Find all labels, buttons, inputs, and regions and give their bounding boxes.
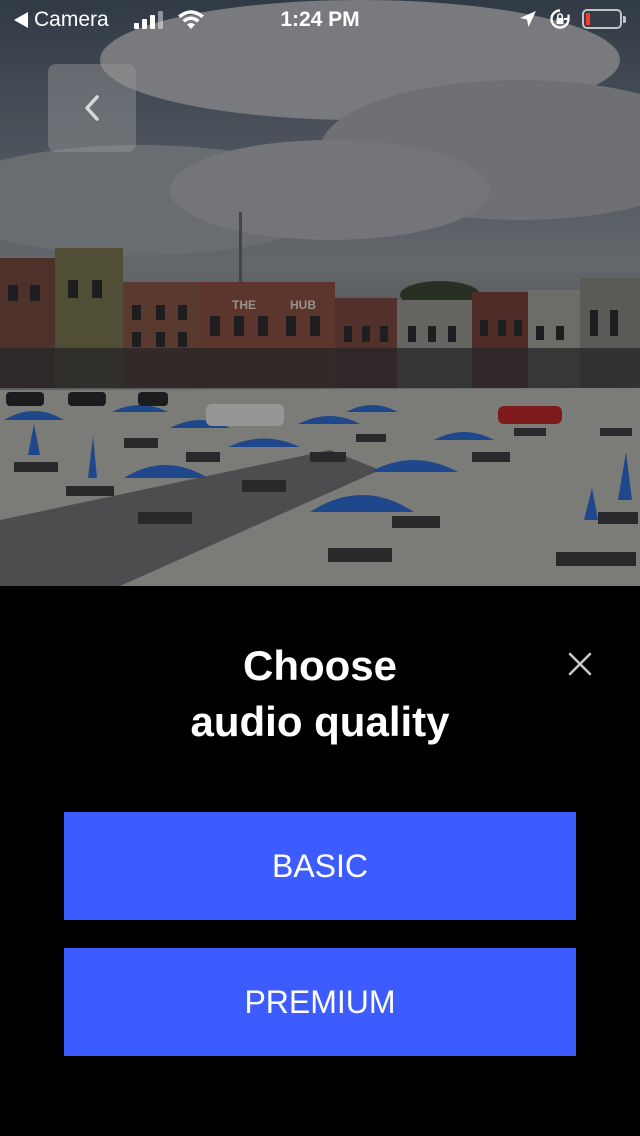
audio-quality-sheet: Choose audio quality BASIC PREMIUM (0, 586, 640, 1136)
back-button[interactable] (48, 64, 136, 152)
rotation-lock-icon (550, 9, 570, 29)
close-icon (568, 652, 592, 676)
sheet-title-line1: Choose (242, 642, 397, 689)
battery-low-icon (582, 9, 626, 29)
basic-quality-button[interactable]: BASIC (64, 812, 576, 920)
screen: THE HUB Camera 1:24 PM Choose audio qual… (0, 0, 640, 1136)
sheet-title: Choose audio quality (100, 638, 540, 750)
sheet-title-line2: audio quality (190, 698, 450, 745)
battery-level (586, 13, 590, 25)
premium-quality-button[interactable]: PREMIUM (64, 948, 576, 1056)
location-arrow-icon (520, 11, 536, 27)
status-bar: Camera 1:24 PM (0, 0, 640, 40)
status-time: 1:24 PM (280, 8, 360, 31)
chevron-left-icon (85, 95, 99, 121)
close-button[interactable] (564, 648, 596, 680)
